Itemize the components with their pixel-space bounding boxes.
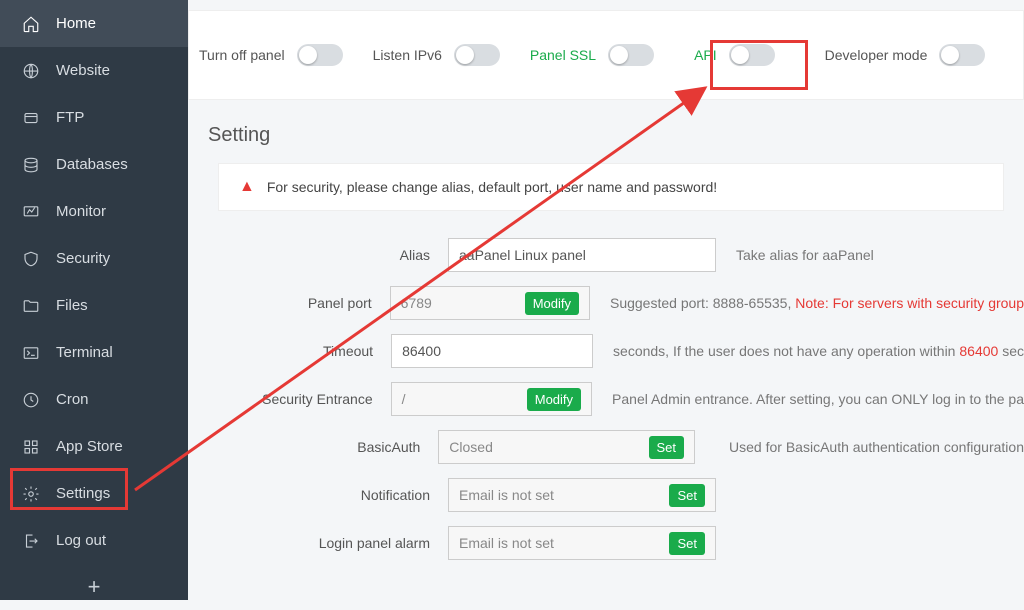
section-title: Setting — [188, 100, 1024, 157]
toggle-switch-api[interactable] — [729, 44, 775, 66]
sidebar: Home Website FTP Databases Monitor Secur… — [0, 0, 188, 600]
entrance-input[interactable]: / Modify — [391, 382, 592, 416]
sidebar-item-label: Settings — [56, 485, 110, 502]
folder-icon — [22, 297, 40, 315]
globe-icon — [22, 62, 40, 80]
warning-box: ▲ For security, please change alias, def… — [218, 163, 1004, 211]
row-basicauth: BasicAuth Closed Set Used for BasicAuth … — [218, 423, 1024, 471]
modify-button[interactable]: Modify — [525, 292, 579, 315]
sidebar-item-home[interactable]: Home — [0, 0, 188, 47]
sidebar-item-logout[interactable]: Log out — [0, 517, 188, 564]
monitor-icon — [22, 203, 40, 221]
settings-form: Alias aaPanel Linux panel Take alias for… — [188, 211, 1024, 567]
alarm-input[interactable]: Email is not set Set — [448, 526, 716, 560]
row-hint: Suggested port: 8888-65535, Note: For se… — [610, 295, 1024, 311]
toggle-devmode: Developer mode — [825, 44, 986, 66]
row-hint: Panel Admin entrance. After setting, you… — [612, 391, 1024, 407]
row-hint: Used for BasicAuth authentication config… — [729, 439, 1024, 455]
row-entrance: Security Entrance / Modify Panel Admin e… — [218, 375, 1024, 423]
notification-input[interactable]: Email is not set Set — [448, 478, 716, 512]
sidebar-item-label: FTP — [56, 109, 84, 126]
sidebar-item-files[interactable]: Files — [0, 282, 188, 329]
basicauth-input[interactable]: Closed Set — [438, 430, 695, 464]
toggle-label: Listen IPv6 — [373, 47, 442, 63]
sidebar-item-label: App Store — [56, 438, 123, 455]
sidebar-item-website[interactable]: Website — [0, 47, 188, 94]
set-button[interactable]: Set — [669, 532, 705, 555]
sidebar-item-label: Security — [56, 250, 110, 267]
toggle-switch-ipv6[interactable] — [454, 44, 500, 66]
toggle-ipv6: Listen IPv6 — [373, 44, 500, 66]
sidebar-item-monitor[interactable]: Monitor — [0, 188, 188, 235]
toggle-label: Turn off panel — [199, 47, 285, 63]
toggle-api: API — [694, 44, 775, 66]
row-label: Alias — [218, 247, 448, 263]
row-label: Panel port — [218, 295, 390, 311]
sidebar-item-cron[interactable]: Cron — [0, 376, 188, 423]
toggle-switch-devmode[interactable] — [939, 44, 985, 66]
gear-icon — [22, 485, 40, 503]
sidebar-item-label: Home — [56, 15, 96, 32]
row-label: Notification — [218, 487, 448, 503]
timeout-input[interactable]: 86400 — [391, 334, 593, 368]
toggle-bar: Turn off panel Listen IPv6 Panel SSL API… — [188, 10, 1024, 100]
row-timeout: Timeout 86400 seconds, If the user does … — [218, 327, 1024, 375]
appstore-icon — [22, 438, 40, 456]
toggle-switch-ssl[interactable] — [608, 44, 654, 66]
modify-button[interactable]: Modify — [527, 388, 581, 411]
toggle-label: Panel SSL — [530, 47, 596, 63]
database-icon — [22, 156, 40, 174]
set-button[interactable]: Set — [649, 436, 685, 459]
sidebar-item-label: Terminal — [56, 344, 113, 361]
warning-icon: ▲ — [239, 178, 255, 196]
sidebar-item-terminal[interactable]: Terminal — [0, 329, 188, 376]
sidebar-add[interactable]: + — [0, 564, 188, 610]
sidebar-item-label: Cron — [56, 391, 89, 408]
sidebar-item-label: Log out — [56, 532, 106, 549]
alias-input[interactable]: aaPanel Linux panel — [448, 238, 716, 272]
row-port: Panel port 6789 Modify Suggested port: 8… — [218, 279, 1024, 327]
sidebar-item-label: Databases — [56, 156, 128, 173]
row-notification: Notification Email is not set Set — [218, 471, 1024, 519]
shield-icon — [22, 250, 40, 268]
sidebar-item-settings[interactable]: Settings — [0, 470, 188, 517]
row-hint: Take alias for aaPanel — [736, 247, 874, 263]
sidebar-item-label: Files — [56, 297, 88, 314]
sidebar-item-label: Website — [56, 62, 110, 79]
sidebar-item-security[interactable]: Security — [0, 235, 188, 282]
sidebar-item-ftp[interactable]: FTP — [0, 94, 188, 141]
row-alarm: Login panel alarm Email is not set Set — [218, 519, 1024, 567]
row-label: Timeout — [218, 343, 391, 359]
sidebar-item-databases[interactable]: Databases — [0, 141, 188, 188]
toggle-label: API — [694, 47, 717, 63]
toggle-turnoff: Turn off panel — [199, 44, 343, 66]
toggle-label: Developer mode — [825, 47, 928, 63]
toggle-switch-turnoff[interactable] — [297, 44, 343, 66]
toggle-ssl: Panel SSL — [530, 44, 654, 66]
row-label: Login panel alarm — [218, 535, 448, 551]
ftp-icon — [22, 109, 40, 127]
row-label: BasicAuth — [218, 439, 438, 455]
logout-icon — [22, 532, 40, 550]
set-button[interactable]: Set — [669, 484, 705, 507]
clock-icon — [22, 391, 40, 409]
port-input[interactable]: 6789 Modify — [390, 286, 590, 320]
terminal-icon — [22, 344, 40, 362]
warning-text: For security, please change alias, defau… — [267, 179, 717, 195]
main-content: Turn off panel Listen IPv6 Panel SSL API… — [188, 0, 1024, 600]
sidebar-item-label: Monitor — [56, 203, 106, 220]
row-hint: seconds, If the user does not have any o… — [613, 343, 1024, 359]
row-label: Security Entrance — [218, 391, 391, 407]
home-icon — [22, 15, 40, 33]
sidebar-item-appstore[interactable]: App Store — [0, 423, 188, 470]
row-alias: Alias aaPanel Linux panel Take alias for… — [218, 231, 1024, 279]
